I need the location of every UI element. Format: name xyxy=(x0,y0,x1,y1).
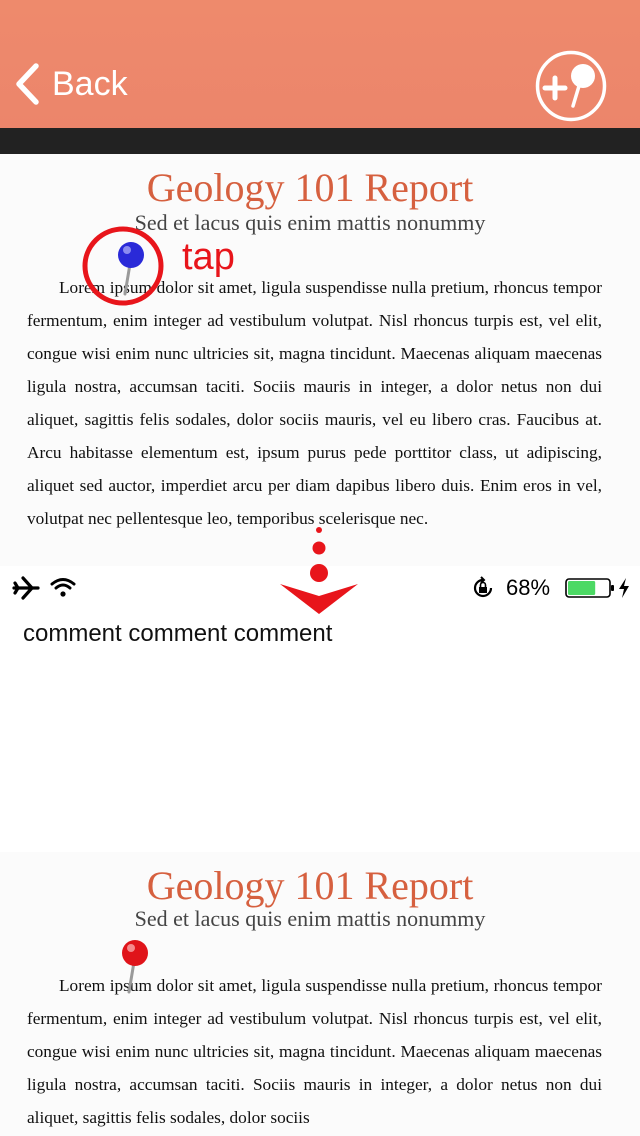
document-subtitle: Sed et lacus quis enim mattis nonummy xyxy=(134,906,486,931)
document-page[interactable]: Geology 101 Report Sed et lacus quis eni… xyxy=(0,154,640,566)
blue-pin-icon[interactable] xyxy=(112,238,150,300)
chevron-left-icon xyxy=(16,63,39,105)
rotation-lock-icon xyxy=(473,576,493,598)
back-label: Back xyxy=(52,64,128,103)
comment-text[interactable]: comment comment comment xyxy=(23,620,332,648)
document-body: Lorem ipsum dolor sit amet, ligula suspe… xyxy=(27,278,602,528)
red-pin-icon[interactable] xyxy=(116,936,154,998)
tap-label: tap xyxy=(182,236,235,278)
add-pin-icon xyxy=(535,50,607,122)
charging-bolt-icon xyxy=(619,578,629,598)
document-title: Geology 101 Report xyxy=(146,165,474,210)
wifi-icon xyxy=(50,578,76,597)
document-page-preview[interactable]: Geology 101 Report Sed et lacus quis eni… xyxy=(0,852,640,1136)
airplane-icon xyxy=(12,576,40,600)
down-arrow-annotation xyxy=(280,527,358,614)
battery-icon xyxy=(565,578,614,598)
toolbar-divider xyxy=(0,128,640,154)
document-body: Lorem ipsum dolor sit amet, ligula suspe… xyxy=(27,976,602,1127)
battery-percent: 68% xyxy=(506,575,551,600)
document-title: Geology 101 Report xyxy=(146,863,474,908)
add-pin-button[interactable] xyxy=(535,50,607,122)
back-button[interactable]: Back xyxy=(14,62,128,106)
